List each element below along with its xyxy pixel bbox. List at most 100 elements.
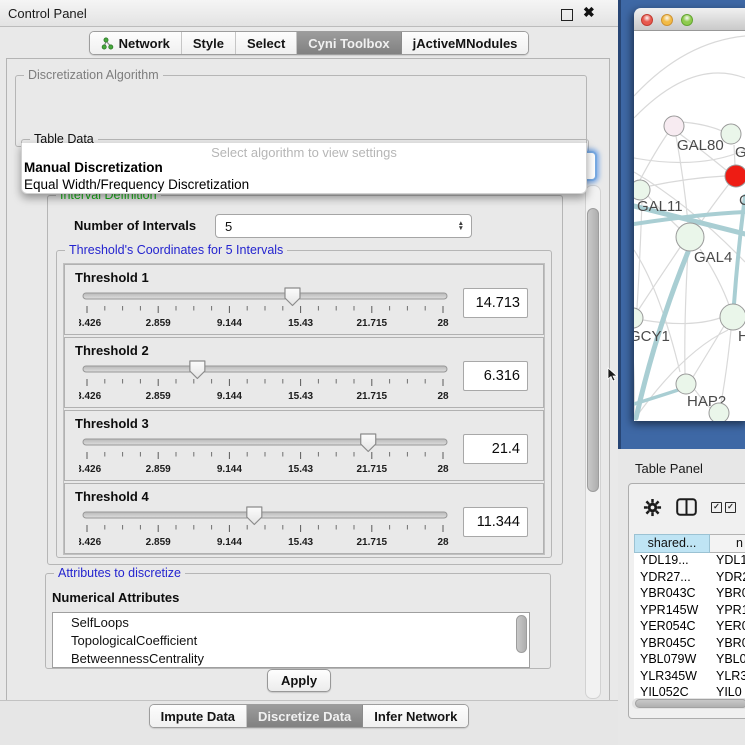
table-panel-region: Table Panel ✓ (618, 449, 745, 745)
node-label: GCY1 (634, 328, 670, 345)
bottom-tab-impute-data[interactable]: Impute Data (150, 705, 247, 727)
bottom-tab-group: Impute Data Discretize DataInfer Network (149, 704, 470, 728)
svg-text:21.715: 21.715 (357, 464, 388, 475)
control-panel-titlebar: Control Panel ✖ (0, 0, 618, 27)
svg-text:28: 28 (437, 318, 449, 329)
network-node-c[interactable] (725, 165, 745, 187)
table-row[interactable]: YBR043CYBR0 (634, 586, 745, 603)
checkbox-icon[interactable]: ✓ (725, 502, 736, 513)
column-checkboxes: ✓ ✓ (711, 502, 736, 513)
attribute-item-betweennesscentrality[interactable]: BetweennessCentrality (53, 649, 529, 667)
screen: Control Panel ✖ NetworkStyleSelectCyni T… (0, 0, 745, 745)
dropdown-prompt: Select algorithm to view settings (22, 143, 586, 160)
settings-scrollbar[interactable] (585, 185, 601, 699)
threshold-4-value-field[interactable]: 11.344 (463, 507, 528, 537)
table-header-row: shared...n (634, 534, 745, 553)
network-edge (682, 122, 722, 131)
svg-text:15.43: 15.43 (288, 391, 313, 402)
dropdown-option-manual-discretization[interactable]: Manual Discretization (22, 160, 586, 177)
table-row[interactable]: YPR145WYPR1 (634, 603, 745, 620)
network-node[interactable] (709, 403, 729, 421)
attribute-item-topologicalcoefficient[interactable]: TopologicalCoefficient (53, 631, 529, 649)
table-row[interactable]: YER054CYER0 (634, 619, 745, 636)
svg-text:9.144: 9.144 (217, 464, 242, 475)
mouse-cursor (607, 367, 618, 382)
dropdown-option-equal-width-frequency-discretization[interactable]: Equal Width/Frequency Discretization (22, 177, 586, 194)
close-icon[interactable]: ✖ (583, 4, 595, 21)
threshold-1-value-field[interactable]: 14.713 (463, 288, 528, 318)
attribute-item-selfloops[interactable]: SelfLoops (53, 613, 529, 631)
threshold-2-slider[interactable]: -3.4262.8599.14415.4321.71528 (79, 359, 451, 410)
svg-text:15.43: 15.43 (288, 464, 313, 475)
tab-cyni-toolbox[interactable]: Cyni Toolbox (297, 32, 401, 54)
algorithm-dropdown-popup: Select algorithm to view settings Manual… (21, 143, 587, 194)
apply-button[interactable]: Apply (267, 669, 331, 692)
settings-scrollbar-thumb[interactable] (587, 208, 599, 492)
threshold-4-slider[interactable]: -3.4262.8599.14415.4321.71528 (79, 505, 451, 556)
network-canvas[interactable]: GAL80GACGAL11GAL4GCY1HHAP2 (634, 31, 745, 421)
network-edge (650, 176, 725, 186)
svg-text:21.715: 21.715 (357, 318, 388, 329)
bottom-tab-label: Impute Data (161, 709, 235, 724)
numerical-attributes-heading: Numerical Attributes (52, 590, 179, 605)
slider-thumb[interactable] (285, 288, 300, 306)
svg-text:2.859: 2.859 (146, 464, 171, 475)
network-graph: GAL80GACGAL11GAL4GCY1HHAP2 (634, 31, 745, 421)
slider-thumb[interactable] (247, 507, 262, 525)
cell-shared-name: YLR345W (634, 669, 710, 686)
bottom-tab-infer-network[interactable]: Infer Network (363, 705, 468, 727)
table-panel: ✓ ✓ shared...n YDL19...YDL1YDR27...YDR2Y… (628, 483, 745, 719)
column-header-1[interactable]: shared... (634, 534, 710, 553)
table-horizontal-scrollbar[interactable] (632, 698, 745, 709)
svg-text:2.859: 2.859 (146, 391, 171, 402)
tab-select[interactable]: Select (236, 32, 297, 54)
column-header-2[interactable]: n (710, 534, 745, 553)
table-row[interactable]: YBR045CYBR0 (634, 636, 745, 653)
split-view-icon[interactable] (676, 498, 697, 516)
discretization-algorithm-title: Discretization Algorithm (24, 68, 163, 82)
network-node-gal80[interactable] (664, 116, 684, 136)
threshold-2-value-field[interactable]: 6.316 (463, 361, 528, 391)
network-node-ga[interactable] (721, 124, 741, 144)
gear-icon[interactable] (643, 498, 662, 517)
numerical-attributes-list[interactable]: SelfLoopsTopologicalCoefficientBetweenne… (52, 612, 530, 668)
table-row[interactable]: YDR27...YDR2 (634, 570, 745, 587)
cell-shared-name: YBR043C (634, 586, 710, 603)
tab-network[interactable]: Network (90, 32, 182, 54)
table-row[interactable]: YDL19...YDL1 (634, 553, 745, 570)
number-of-intervals-value: 5 (225, 219, 232, 234)
table-row[interactable]: YBL079WYBL0 (634, 652, 745, 669)
threshold-3-value-field[interactable]: 21.4 (463, 434, 528, 464)
table-toolbar: ✓ ✓ (629, 484, 745, 530)
list-scrollbar-thumb[interactable] (516, 615, 527, 653)
network-node-gal4[interactable] (676, 223, 704, 251)
zoom-traffic-light[interactable] (681, 14, 693, 26)
close-traffic-light[interactable] (641, 14, 653, 26)
network-node-h[interactable] (720, 304, 745, 330)
table-row[interactable]: YLR345WYLR3 (634, 669, 745, 686)
threshold-1-slider[interactable]: -3.4262.8599.14415.4321.71528 (79, 286, 451, 337)
network-node-gcy1[interactable] (634, 308, 643, 328)
node-label: H (738, 328, 745, 345)
number-of-intervals-combobox[interactable]: 5 ▲▼ (215, 214, 472, 238)
slider-thumb[interactable] (190, 361, 205, 379)
network-node-gal11[interactable] (634, 180, 650, 200)
svg-text:-3.426: -3.426 (79, 318, 102, 329)
tab-style[interactable]: Style (182, 32, 236, 54)
svg-text:15.43: 15.43 (288, 318, 313, 329)
network-edge (699, 184, 729, 225)
cell-name: YLR3 (710, 669, 745, 686)
float-window-icon[interactable] (561, 9, 573, 21)
network-node-hap2[interactable] (676, 374, 696, 394)
threshold-4-panel: Threshold 4 -3.4262.8599.14415.4321.7152… (64, 483, 544, 554)
cell-shared-name: YDR27... (634, 570, 710, 587)
minimize-traffic-light[interactable] (661, 14, 673, 26)
tab-jactivemnodules[interactable]: jActiveMNodules (402, 32, 529, 54)
threshold-3-slider[interactable]: -3.4262.8599.14415.4321.71528 (79, 432, 451, 483)
svg-text:9.144: 9.144 (217, 318, 242, 329)
combo-arrows-icon: ▲▼ (458, 221, 464, 231)
slider-thumb[interactable] (361, 434, 376, 452)
bottom-tab-discretize-data[interactable]: Discretize Data (247, 705, 363, 727)
table-hscrollbar-thumb[interactable] (635, 699, 745, 708)
checkbox-icon[interactable]: ✓ (711, 502, 722, 513)
